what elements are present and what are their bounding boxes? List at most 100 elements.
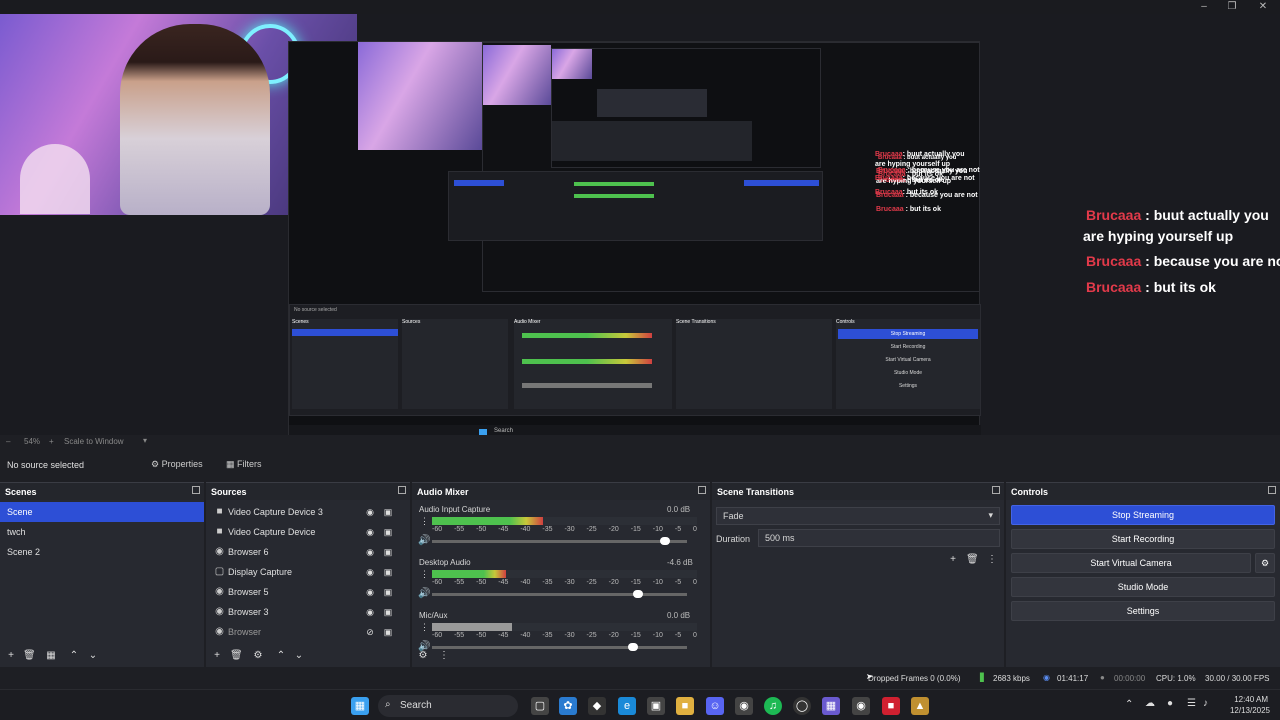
app-icon[interactable]: ◉ — [852, 697, 870, 715]
move-up-icon[interactable]: ⌃ — [68, 650, 80, 662]
speaker-icon[interactable]: 🔊 — [418, 588, 430, 599]
app-icon[interactable]: ▲ — [911, 697, 929, 715]
gear-icon[interactable]: ⚙ — [252, 650, 264, 662]
scene-item[interactable]: Scene 2 — [0, 542, 204, 562]
source-item[interactable]: ▢ Display Capture ◉ ▣ — [206, 562, 410, 582]
wifi-icon[interactable]: ☰ — [1187, 698, 1196, 709]
undock-icon[interactable] — [698, 486, 706, 494]
move-down-icon[interactable]: ⌄ — [87, 650, 99, 662]
messenger-icon[interactable]: ◉ — [735, 697, 753, 715]
stop-streaming-button[interactable]: Stop Streaming — [1011, 505, 1275, 525]
undock-icon[interactable] — [992, 486, 1000, 494]
add-scene-icon[interactable]: + — [5, 650, 17, 662]
eye-icon[interactable]: ◉ — [365, 607, 375, 617]
trash-icon[interactable]: 🗑 — [23, 650, 36, 662]
lock-icon[interactable]: ▣ — [383, 547, 393, 557]
maximize-icon[interactable]: ❐ — [1218, 0, 1246, 14]
obs-icon[interactable]: ◯ — [793, 697, 811, 715]
eye-off-icon[interactable]: ⊘ — [365, 627, 375, 637]
add-transition-icon[interactable]: + — [947, 554, 959, 566]
store-icon[interactable]: ▣ — [647, 697, 665, 715]
move-down-icon[interactable]: ⌄ — [293, 650, 305, 662]
virtual-camera-settings-icon[interactable]: ⚙ — [1255, 553, 1275, 573]
more-vertical-icon[interactable]: ⋮ — [438, 650, 450, 662]
filters-button[interactable]: ▦ Filters — [226, 459, 262, 470]
eye-icon[interactable]: ◉ — [365, 507, 375, 517]
move-up-icon[interactable]: ⌃ — [275, 650, 287, 662]
source-item[interactable]: ■ Video Capture Device 3 ◉ ▣ — [206, 502, 410, 522]
channel-db: 0.0 dB — [667, 505, 691, 514]
more-vertical-icon[interactable]: ⋮ — [420, 622, 429, 633]
channel-name: Mic/Aux — [419, 611, 448, 620]
more-vertical-icon[interactable]: ⋮ — [420, 569, 429, 580]
folder-icon[interactable]: ■ — [676, 697, 694, 715]
clock-time[interactable]: 12:40 AM — [1232, 695, 1268, 704]
close-icon[interactable]: ✕ — [1249, 0, 1277, 14]
volume-fader[interactable] — [432, 643, 687, 651]
clock-date[interactable]: 12/13/2025 — [1226, 706, 1270, 715]
preview-canvas[interactable]: Brucaaa : buut actually you Brucaaa : bu… — [0, 14, 1280, 444]
trash-icon[interactable]: 🗑 — [230, 650, 243, 662]
microphone-icon[interactable]: ● — [1167, 698, 1173, 709]
source-item[interactable]: ◉ Browser 3 ◉ ▣ — [206, 602, 410, 622]
fader-knob[interactable] — [632, 590, 643, 598]
speaker-icon[interactable]: 🔊 — [418, 535, 430, 546]
minimize-icon[interactable]: – — [1190, 0, 1218, 14]
zoom-out-icon[interactable]: – — [6, 437, 10, 446]
taskbar-search[interactable]: ⌕ Search — [378, 695, 518, 717]
app-icon[interactable]: ▦ — [822, 697, 840, 715]
lock-icon[interactable]: ▣ — [383, 607, 393, 617]
scale-mode-select[interactable]: Scale to Window — [64, 437, 124, 446]
chevron-up-icon[interactable]: ⌃ — [1125, 699, 1133, 710]
eye-icon[interactable]: ◉ — [365, 547, 375, 557]
scene-filters-icon[interactable]: ▦ — [45, 650, 57, 662]
zoom-in-icon[interactable]: + — [49, 437, 54, 446]
add-source-icon[interactable]: + — [211, 650, 223, 662]
app-icon[interactable]: ◆ — [588, 697, 606, 715]
settings-button[interactable]: Settings — [1011, 601, 1275, 621]
zoom-level: 54% — [24, 437, 41, 446]
more-vertical-icon[interactable]: ⋮ — [420, 516, 429, 527]
studio-mode-button[interactable]: Studio Mode — [1011, 577, 1275, 597]
volume-icon[interactable]: ♪ — [1203, 698, 1208, 709]
start-recording-button[interactable]: Start Recording — [1011, 529, 1275, 549]
more-vertical-icon[interactable]: ⋮ — [986, 554, 998, 566]
lock-icon[interactable]: ▣ — [383, 587, 393, 597]
fader-knob[interactable] — [628, 643, 638, 651]
undock-icon[interactable] — [192, 486, 200, 494]
scene-item[interactable]: twch — [0, 522, 204, 542]
copilot-icon[interactable]: ✿ — [559, 697, 577, 715]
windows-start-icon[interactable]: ▦ — [351, 697, 369, 715]
fader-knob[interactable] — [659, 537, 670, 545]
mixer-settings-icon[interactable]: ⚙ — [417, 650, 429, 662]
lock-icon[interactable]: ▣ — [383, 567, 393, 577]
transition-select[interactable]: Fade ▾ — [716, 507, 1000, 525]
meter-tick-label: -45 — [498, 632, 509, 639]
tray-app-icon[interactable]: ☁ — [1145, 698, 1155, 709]
duration-spinbox[interactable]: 500 ms — [758, 529, 1000, 547]
eye-icon[interactable]: ◉ — [365, 527, 375, 537]
scene-item[interactable]: Scene — [0, 502, 204, 522]
edge-icon[interactable]: e — [618, 697, 636, 715]
source-item[interactable]: ◉ Browser 6 ◉ ▣ — [206, 542, 410, 562]
undock-icon[interactable] — [1268, 486, 1276, 494]
eye-icon[interactable]: ◉ — [365, 567, 375, 577]
app-icon[interactable]: ■ — [882, 697, 900, 715]
start-virtual-camera-button[interactable]: Start Virtual Camera — [1011, 553, 1251, 573]
lock-icon[interactable]: ▣ — [383, 507, 393, 517]
eye-icon[interactable]: ◉ — [365, 587, 375, 597]
volume-fader[interactable] — [432, 537, 687, 545]
undock-icon[interactable] — [398, 486, 406, 494]
properties-button[interactable]: ⚙ Properties — [151, 459, 203, 470]
spotify-icon[interactable]: ♫ — [764, 697, 782, 715]
source-item[interactable]: ◉ Browser ⊘ ▣ — [206, 622, 410, 642]
task-view-icon[interactable]: ▢ — [531, 697, 549, 715]
volume-fader[interactable] — [432, 590, 687, 598]
source-item[interactable]: ■ Video Capture Device ◉ ▣ — [206, 522, 410, 542]
chevron-down-icon[interactable]: ▾ — [143, 436, 147, 445]
discord-icon[interactable]: ☺ — [706, 697, 724, 715]
lock-icon[interactable]: ▣ — [383, 527, 393, 537]
lock-icon[interactable]: ▣ — [383, 627, 393, 637]
source-item[interactable]: ◉ Browser 5 ◉ ▣ — [206, 582, 410, 602]
trash-icon[interactable]: 🗑 — [966, 554, 979, 566]
